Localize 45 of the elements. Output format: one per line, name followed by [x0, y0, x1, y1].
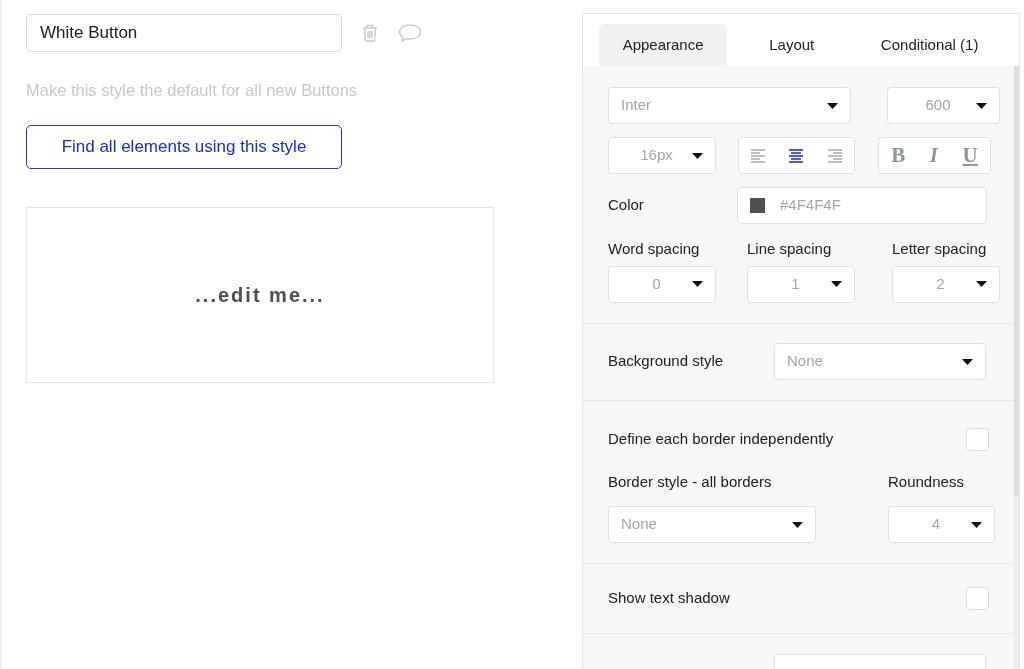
align-left-icon[interactable] — [750, 148, 767, 163]
spacing-dropdown[interactable]: 2 — [892, 265, 1000, 303]
checkbox[interactable] — [966, 427, 989, 451]
tab[interactable]: Layout — [727, 24, 857, 66]
underline-toggle[interactable]: U — [962, 139, 978, 172]
weight-dropdown[interactable]: 600 — [887, 87, 1000, 124]
caret-icon — [792, 521, 803, 528]
style-name-field[interactable]: White Button — [26, 14, 342, 52]
comment-icon[interactable] — [398, 24, 422, 42]
align-right-icon[interactable] — [826, 148, 843, 163]
tab[interactable]: Conditional (1) — [856, 24, 1003, 66]
spacing-dropdown[interactable]: 1 — [747, 265, 855, 303]
spacing-dropdown[interactable]: 0 — [608, 265, 716, 303]
checkbox[interactable] — [966, 587, 989, 610]
color-field[interactable]: #4F4F4F — [737, 187, 987, 224]
tab[interactable]: Appearance — [599, 24, 728, 66]
background-style-dropdown[interactable]: None — [774, 343, 986, 380]
bold-toggle[interactable]: B — [891, 139, 906, 172]
background-style-label: Background style — [608, 351, 725, 372]
border-style-dropdown[interactable]: None — [608, 506, 816, 543]
caret-icon — [976, 102, 987, 109]
color-label: Color — [608, 195, 645, 216]
font-dropdown[interactable]: Inter — [608, 87, 851, 124]
caret-icon — [962, 358, 973, 365]
caret-icon — [971, 521, 982, 528]
roundness-dropdown[interactable]: 4 — [888, 506, 995, 543]
find-elements-button[interactable]: Find all elements using this style — [26, 124, 342, 169]
trash-icon[interactable] — [362, 24, 378, 42]
text-shadow-label: Show text shadow — [608, 588, 730, 609]
caret-icon — [692, 152, 703, 159]
caret-icon — [976, 281, 987, 287]
border-style-label: Border style - all borders — [608, 471, 773, 492]
align-center-icon[interactable] — [788, 148, 805, 163]
border-independent-label: Define each border independently — [608, 428, 834, 449]
preview-text[interactable]: ...edit me... — [195, 279, 325, 310]
color-swatch — [750, 198, 765, 213]
spacing-label: Letter spacing — [892, 239, 988, 259]
roundness-label: Roundness — [888, 471, 965, 492]
caret-icon — [827, 102, 838, 109]
italic-toggle[interactable]: I — [929, 139, 938, 172]
spacing-label: Word spacing — [608, 239, 701, 259]
spacing-label: Line spacing — [747, 239, 833, 259]
caret-icon — [692, 281, 703, 287]
size-dropdown[interactable]: 16px — [608, 137, 716, 174]
caret-icon — [831, 281, 842, 287]
